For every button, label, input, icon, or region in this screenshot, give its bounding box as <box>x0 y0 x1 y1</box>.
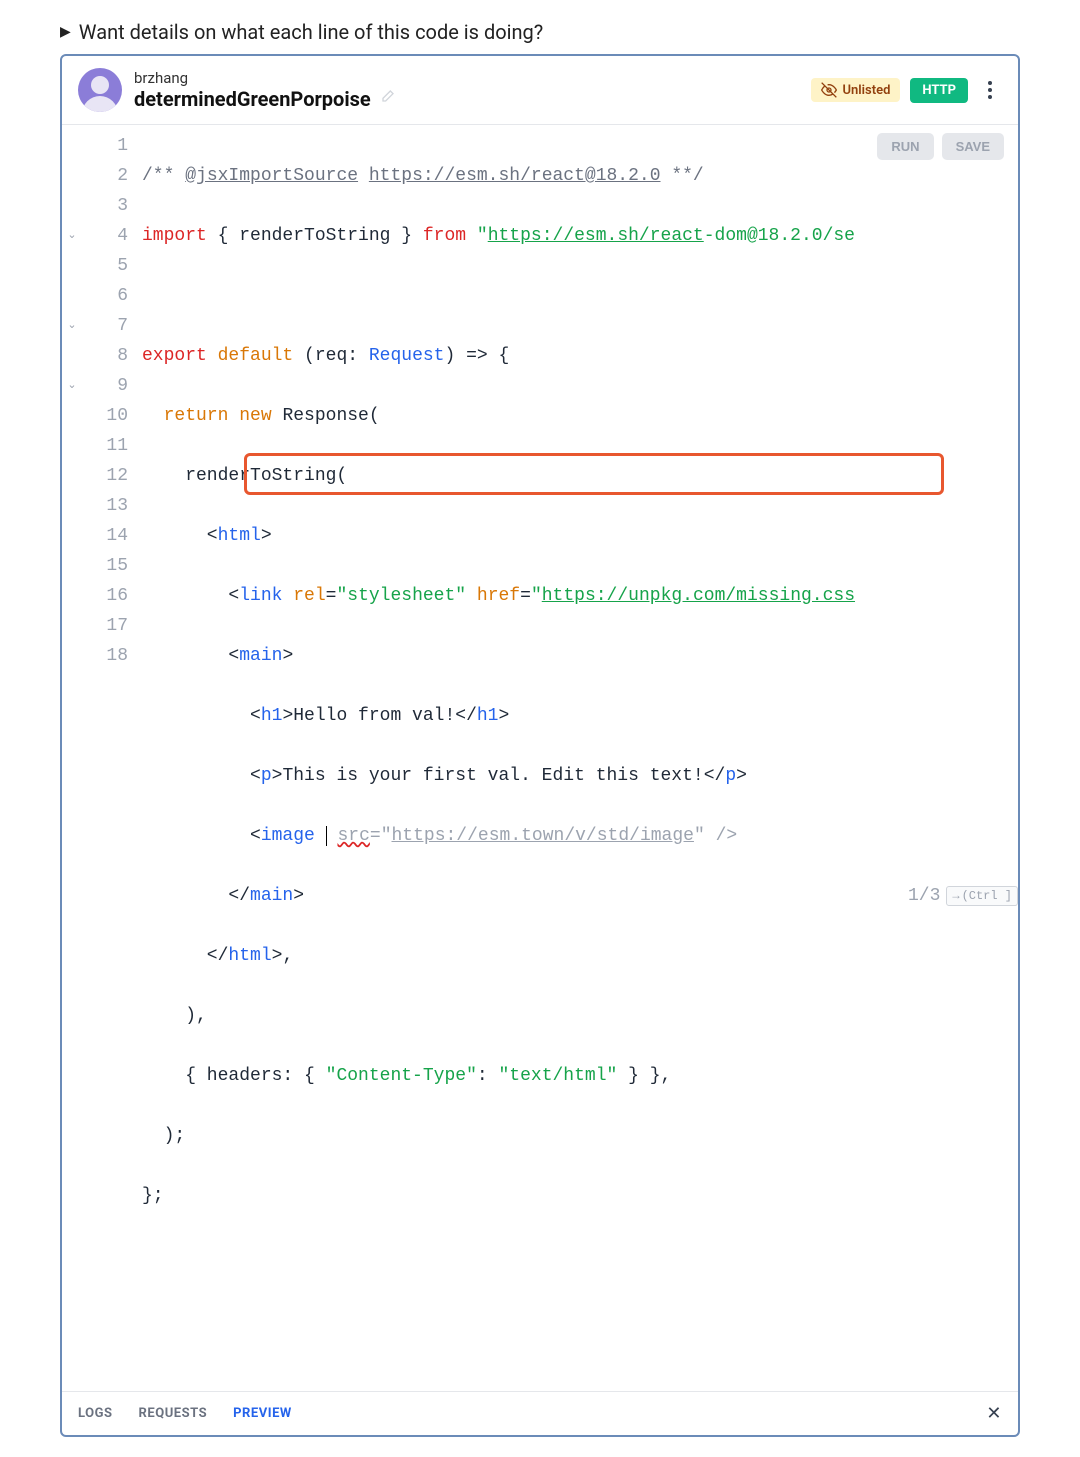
line-number: 9 <box>82 371 128 401</box>
tab-logs[interactable]: LOGS <box>78 1406 113 1421</box>
line-number: 10 <box>82 401 128 431</box>
unlisted-label: Unlisted <box>842 83 890 98</box>
line-number: 3 <box>82 191 128 221</box>
fold-icon[interactable]: ⌄ <box>62 311 82 341</box>
code-lines[interactable]: /** @jsxImportSource https://esm.sh/reac… <box>142 131 1018 1331</box>
close-icon[interactable]: ✕ <box>986 1403 1002 1424</box>
val-title-block: brzhang determinedGreenPorpoise <box>134 69 799 111</box>
details-disclosure[interactable]: ▶ Want details on what each line of this… <box>60 20 1020 44</box>
line-number: 1 <box>82 131 128 161</box>
tabs-bar: LOGS REQUESTS PREVIEW ✕ <box>62 1391 1018 1435</box>
line-number: 12 <box>82 461 128 491</box>
line-number: 2 <box>82 161 128 191</box>
disclosure-arrow-icon: ▶ <box>60 24 71 40</box>
code-editor[interactable]: RUN SAVE ⌄ ⌄ ⌄ 1 2 3 4 5 6 7 8 9 10 11 1… <box>62 125 1018 1391</box>
tab-requests[interactable]: REQUESTS <box>139 1406 208 1421</box>
line-number: 16 <box>82 581 128 611</box>
line-number: 11 <box>82 431 128 461</box>
eye-off-icon <box>821 82 837 98</box>
fold-icon[interactable]: ⌄ <box>62 371 82 401</box>
unlisted-badge[interactable]: Unlisted <box>811 78 900 102</box>
val-editor-frame: brzhang determinedGreenPorpoise Unlisted… <box>60 54 1020 1437</box>
line-number: 15 <box>82 551 128 581</box>
line-number-gutter: 1 2 3 4 5 6 7 8 9 10 11 12 13 14 15 16 1… <box>82 131 142 1331</box>
details-label: Want details on what each line of this c… <box>79 20 543 44</box>
snippet-counter: 1/3 <box>908 881 940 911</box>
line-number: 17 <box>82 611 128 641</box>
more-menu-icon[interactable] <box>978 78 1002 102</box>
val-name: determinedGreenPorpoise <box>134 87 371 111</box>
snippet-hint: 1/3 →(Ctrl ] <box>908 881 1018 911</box>
avatar[interactable] <box>78 68 122 112</box>
line-number: 6 <box>82 281 128 311</box>
line-number: 14 <box>82 521 128 551</box>
tab-preview[interactable]: PREVIEW <box>233 1406 292 1421</box>
fold-gutter: ⌄ ⌄ ⌄ <box>62 131 82 1331</box>
line-number: 13 <box>82 491 128 521</box>
http-badge[interactable]: HTTP <box>910 78 968 103</box>
editor-header: brzhang determinedGreenPorpoise Unlisted… <box>62 56 1018 125</box>
line-number: 8 <box>82 341 128 371</box>
snippet-next-key: →(Ctrl ] <box>946 886 1018 906</box>
fold-icon[interactable]: ⌄ <box>62 221 82 251</box>
line-number: 18 <box>82 641 128 671</box>
username[interactable]: brzhang <box>134 69 799 87</box>
line-number: 5 <box>82 251 128 281</box>
http-label: HTTP <box>922 83 956 98</box>
line-number: 7 <box>82 311 128 341</box>
edit-icon[interactable] <box>379 89 395 109</box>
line-number: 4 <box>82 221 128 251</box>
